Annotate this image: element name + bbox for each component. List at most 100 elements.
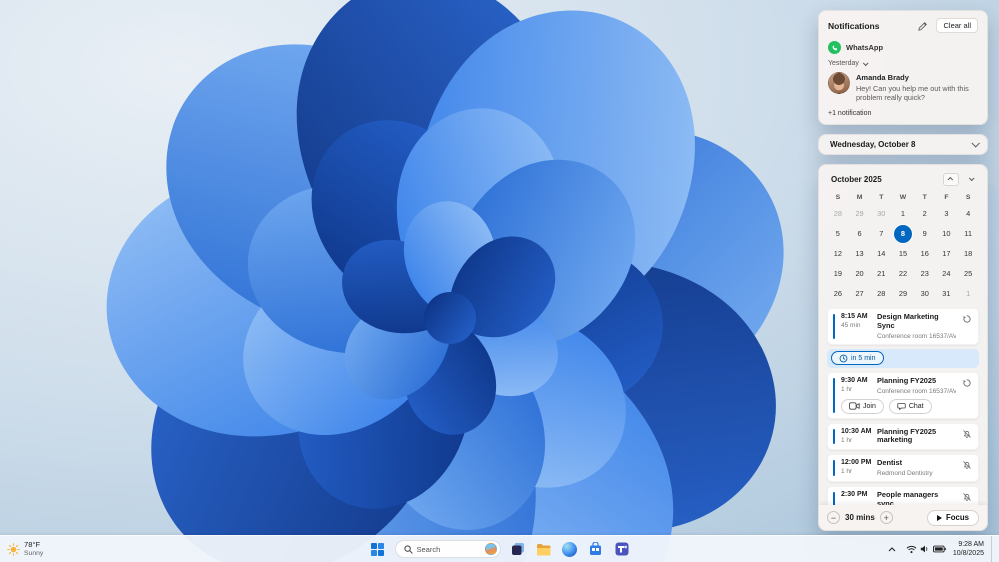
event-title: People managers sync xyxy=(877,490,939,505)
notification-group-toggle[interactable]: Yesterday xyxy=(828,59,978,67)
calendar-weekday-header: T xyxy=(922,193,927,201)
calendar-day[interactable]: 14 xyxy=(872,245,890,263)
clock-icon xyxy=(839,354,848,363)
more-notifications-link[interactable]: +1 notification xyxy=(828,110,978,117)
calendar-day[interactable]: 2 xyxy=(916,205,934,223)
calendar-day[interactable]: 12 xyxy=(829,245,847,263)
event-main: Dentist Redmond Dentistry xyxy=(877,458,956,478)
event-status xyxy=(961,460,972,470)
calendar-day-selected[interactable]: 8 xyxy=(893,224,912,243)
calendar-day[interactable]: 20 xyxy=(851,265,869,283)
agenda-event[interactable]: 2:30 PM People managers sync xyxy=(827,486,979,505)
calendar-day[interactable]: 31 xyxy=(937,285,955,303)
time-until-event-label: in 5 min xyxy=(851,354,876,362)
calendar-day[interactable]: 10 xyxy=(937,225,955,243)
calendar-day[interactable]: 3 xyxy=(937,205,955,223)
calendar-day[interactable]: 15 xyxy=(894,245,912,263)
calendar-day[interactable]: 30 xyxy=(872,205,890,223)
event-times: 10:30 AM 1 hr xyxy=(841,428,872,444)
event-actions: Join Chat xyxy=(841,398,972,414)
calendar-day[interactable]: 26 xyxy=(829,285,847,303)
collapse-calendar-button[interactable] xyxy=(968,137,982,151)
store-button[interactable] xyxy=(587,540,605,558)
chat-button-label: Chat xyxy=(908,402,924,410)
clear-all-button[interactable]: Clear all xyxy=(936,18,978,33)
teams-button[interactable] xyxy=(613,540,631,558)
notification-app-group[interactable]: WhatsApp xyxy=(828,41,978,54)
calendar-grid-days: 28 29 30 1 2 3 4 5 6 7 8 9 10 11 12 13 14 15 16 17 18 19 20 21 2… xyxy=(819,204,987,304)
hidden-icons-button[interactable] xyxy=(885,542,899,556)
notification-app-name: WhatsApp xyxy=(846,43,884,52)
calendar-day[interactable]: 18 xyxy=(959,245,977,263)
calendar-day[interactable]: 23 xyxy=(916,265,934,283)
quick-settings-button[interactable] xyxy=(906,544,946,554)
calendar-day[interactable]: 1 xyxy=(959,285,977,303)
calendar-day[interactable]: 29 xyxy=(851,205,869,223)
calendar-day[interactable]: 28 xyxy=(829,205,847,223)
notification-sender: Amanda Brady xyxy=(856,73,909,82)
calendar-day[interactable]: 27 xyxy=(851,285,869,303)
file-explorer-button[interactable] xyxy=(535,540,553,558)
calendar-day[interactable]: 24 xyxy=(937,265,955,283)
calendar-day[interactable]: 22 xyxy=(894,265,912,283)
calendar-day[interactable]: 19 xyxy=(829,265,847,283)
recurrence-icon xyxy=(962,378,972,388)
edge-icon xyxy=(562,541,577,557)
agenda-event[interactable]: 8:15 AM 45 min Design Marketing Sync Confer… xyxy=(827,307,979,345)
event-location: Redmond Dentistry xyxy=(877,470,933,478)
event-time: 9:30 AM xyxy=(841,376,868,384)
calendar-day[interactable]: 16 xyxy=(916,245,934,263)
calendar-day[interactable]: 28 xyxy=(872,285,890,303)
event-title: Design Marketing Sync xyxy=(877,311,939,330)
clock-widget[interactable]: 9:28 AM 10/8/2025 xyxy=(953,540,984,559)
notification-item[interactable]: Amanda Brady Hey! Can you help me out wi… xyxy=(828,72,978,103)
edge-button[interactable] xyxy=(561,540,579,558)
task-view-button[interactable] xyxy=(509,540,527,558)
calendar-day[interactable]: 1 xyxy=(894,205,912,223)
event-status xyxy=(961,314,972,324)
bing-daily-icon[interactable] xyxy=(484,543,497,555)
clock-time: 9:28 AM xyxy=(958,540,984,548)
search-input[interactable]: Search xyxy=(394,540,501,558)
join-button[interactable]: Join xyxy=(841,398,884,414)
notification-group-label: Yesterday xyxy=(828,60,859,67)
calendar-next-month-button[interactable] xyxy=(963,173,979,186)
show-desktop-button[interactable] xyxy=(991,536,994,562)
avatar xyxy=(828,72,850,94)
calendar-day[interactable]: 5 xyxy=(829,225,847,243)
calendar-weekday-header: W xyxy=(899,193,907,201)
calendar-month-label: October 2025 xyxy=(831,174,882,184)
weather-widget[interactable]: 78°F Sunny xyxy=(7,536,43,562)
calendar-day[interactable]: 11 xyxy=(959,225,977,243)
start-button[interactable] xyxy=(369,540,387,558)
chat-icon xyxy=(897,402,906,411)
notification-settings-icon[interactable] xyxy=(916,19,930,33)
event-times: 2:30 PM xyxy=(841,491,872,498)
windows-logo-icon xyxy=(371,542,384,556)
event-time: 2:30 PM xyxy=(841,491,868,499)
increase-duration-button[interactable]: + xyxy=(879,511,893,524)
calendar-day[interactable]: 29 xyxy=(894,285,912,303)
calendar-day[interactable]: 6 xyxy=(851,225,869,243)
focus-button[interactable]: Focus xyxy=(927,509,979,526)
calendar-day[interactable]: 25 xyxy=(959,265,977,283)
teams-icon xyxy=(615,542,628,556)
calendar-day[interactable]: 4 xyxy=(959,205,977,223)
date-bar[interactable]: Wednesday, October 8 xyxy=(818,133,988,155)
calendar-day[interactable]: 30 xyxy=(916,285,934,303)
taskbar: 78°F Sunny Search 9:28 AM 10/8/2025 xyxy=(0,535,999,562)
calendar-day[interactable]: 7 xyxy=(872,225,890,243)
calendar-day[interactable]: 13 xyxy=(851,245,869,263)
calendar-day[interactable]: 17 xyxy=(937,245,955,263)
chat-button[interactable]: Chat xyxy=(888,398,932,414)
weather-temp: 78°F xyxy=(24,540,41,550)
weather-text: 78°F Sunny xyxy=(24,540,43,558)
calendar-day[interactable]: 21 xyxy=(872,265,890,283)
agenda-event[interactable]: 12:00 PM 1 hr Dentist Redmond Dentistry xyxy=(827,454,979,483)
agenda-event[interactable]: 10:30 AM 1 hr Planning FY2025 marketing xyxy=(827,422,979,451)
calendar-prev-month-button[interactable] xyxy=(943,172,959,186)
decrease-duration-button[interactable]: − xyxy=(827,511,840,524)
calendar-day[interactable]: 9 xyxy=(916,225,934,243)
time-until-event-badge[interactable]: in 5 min xyxy=(831,351,884,366)
agenda-event[interactable]: 9:30 AM 1 hr Planning FY2025 Conference roo… xyxy=(827,371,979,419)
